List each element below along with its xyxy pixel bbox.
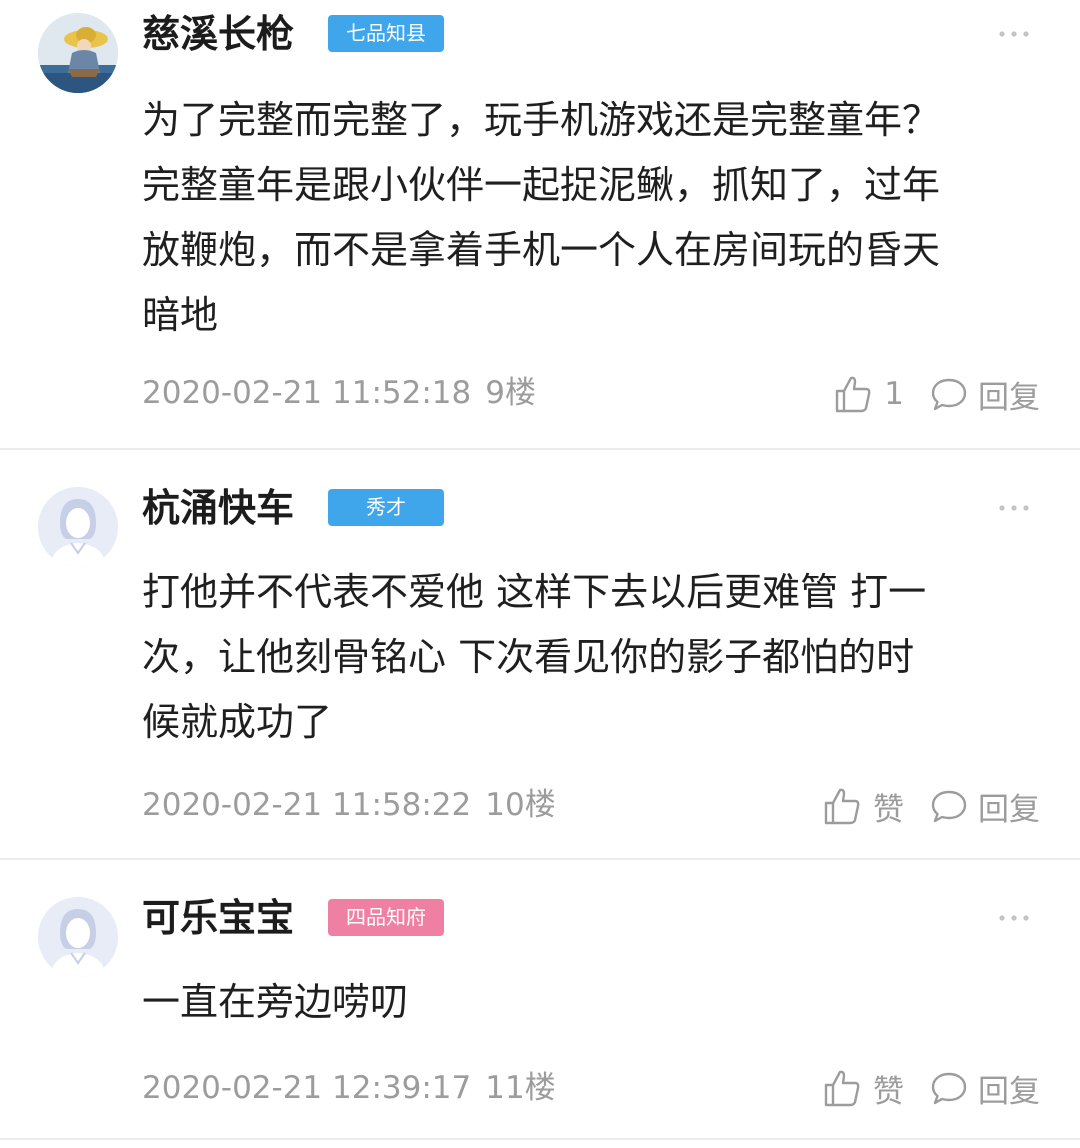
username[interactable]: 慈溪长枪 [142, 8, 294, 60]
avatar-illustration-icon [38, 13, 118, 93]
reply-label: 回复 [978, 379, 1040, 416]
like-label: 赞 [873, 791, 904, 828]
thumbs-up-icon [824, 1070, 860, 1107]
thumbs-up-icon [824, 788, 860, 825]
reply-button[interactable]: 回复 [930, 372, 1040, 417]
timestamp: 2020-02-21 11:58:22 [142, 787, 472, 823]
default-avatar-icon [38, 897, 118, 977]
reply-button[interactable]: 回复 [930, 1066, 1040, 1111]
floor-number: 11楼 [485, 1070, 556, 1106]
default-avatar-icon [38, 487, 118, 567]
reply-label: 回复 [978, 1073, 1040, 1110]
like-button[interactable]: 1 [834, 374, 904, 414]
like-count: 1 [884, 376, 904, 412]
thumbs-up-icon [836, 376, 871, 413]
timestamp: 2020-02-21 11:52:18 [142, 375, 472, 411]
avatar[interactable] [38, 487, 118, 567]
comment-item: 杭涌快车 秀才 打他并不代表不爱他 这样下去以后更难管 打一 次，让他刻骨铭心 … [0, 450, 1080, 860]
comment-item: 慈溪长枪 七品知县 为了完整而完整了，玩手机游戏还是完整童年？ 完整童年是跟小伙… [0, 0, 1080, 450]
like-button[interactable]: 赞 [823, 784, 904, 829]
comment-actions: 赞 回复 [823, 1066, 1040, 1110]
speech-bubble-icon [931, 1072, 967, 1105]
comment-actions: 赞 回复 [823, 784, 1040, 828]
more-dots-icon[interactable] [994, 496, 1034, 520]
comment-meta: 2020-02-21 11:52:18 9楼 [142, 373, 536, 413]
floor-number: 9楼 [485, 375, 536, 411]
floor-number: 10楼 [485, 787, 556, 823]
username[interactable]: 杭涌快车 [142, 482, 294, 534]
avatar[interactable] [38, 13, 118, 93]
more-dots-icon[interactable] [994, 906, 1034, 930]
more-dots-icon[interactable] [994, 22, 1034, 46]
like-button[interactable]: 赞 [823, 1066, 904, 1111]
avatar[interactable] [38, 897, 118, 977]
rank-badge: 四品知府 [328, 899, 444, 936]
username[interactable]: 可乐宝宝 [142, 892, 294, 944]
comment-text: 打他并不代表不爱他 这样下去以后更难管 打一 次，让他刻骨铭心 下次看见你的影子… [142, 570, 927, 744]
comment-text: 为了完整而完整了，玩手机游戏还是完整童年？ 完整童年是跟小伙伴一起捉泥鳅，抓知了… [142, 98, 941, 337]
rank-badge: 秀才 [328, 489, 444, 526]
rank-badge: 七品知县 [328, 15, 444, 52]
reply-button[interactable]: 回复 [930, 784, 1040, 829]
comment-text: 一直在旁边唠叨 [142, 980, 409, 1024]
comment-actions: 1 回复 [834, 372, 1040, 416]
comment-item: 可乐宝宝 四品知府 一直在旁边唠叨 2020-02-21 12:39:17 11楼… [0, 860, 1080, 1140]
speech-bubble-icon [931, 790, 967, 823]
reply-label: 回复 [978, 791, 1040, 828]
timestamp: 2020-02-21 12:39:17 [142, 1070, 472, 1106]
like-label: 赞 [873, 1073, 904, 1110]
comment-meta: 2020-02-21 12:39:17 11楼 [142, 1068, 556, 1108]
comment-meta: 2020-02-21 11:58:22 10楼 [142, 785, 556, 825]
comment-list: 慈溪长枪 七品知县 为了完整而完整了，玩手机游戏还是完整童年？ 完整童年是跟小伙… [0, 0, 1080, 1140]
speech-bubble-icon [931, 378, 967, 411]
